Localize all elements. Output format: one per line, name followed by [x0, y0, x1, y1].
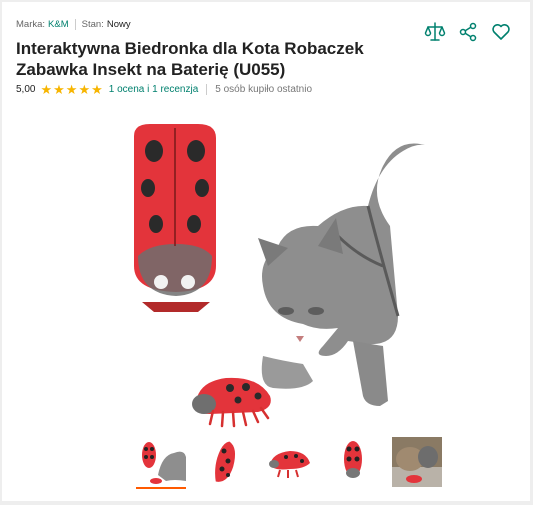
product-actions: [424, 21, 512, 43]
share-icon[interactable]: [457, 21, 479, 43]
star-icon: ★: [40, 82, 53, 97]
thumbnail-3[interactable]: [264, 437, 314, 487]
condition-value: Nowy: [106, 19, 131, 30]
kitten-illustration: [258, 143, 428, 406]
thumbnail-4[interactable]: [328, 437, 378, 487]
thumbnail-1[interactable]: [136, 437, 186, 489]
ladybug-crawling-illustration: [192, 377, 271, 428]
brand-link[interactable]: K&M: [48, 19, 69, 30]
compare-icon[interactable]: [424, 21, 446, 43]
star-icon: ★: [65, 82, 78, 97]
thumbnail-5[interactable]: [392, 437, 442, 487]
main-product-image[interactable]: [98, 106, 438, 434]
product-title: Interaktywna Biedronka dla Kota Robaczek…: [16, 39, 364, 79]
product-card: Marka: K&M Stan: Nowy Interaktywna Biedr…: [2, 2, 530, 501]
bought-recently: 5 osób kupiło ostatnio: [215, 84, 312, 95]
star-icon: ★: [91, 82, 103, 97]
star-icon: ★: [78, 82, 91, 97]
thumbnail-2[interactable]: [200, 437, 250, 487]
heart-icon[interactable]: [490, 21, 512, 43]
rating-score: 5,00: [16, 84, 36, 95]
star-icon: ★: [53, 82, 65, 97]
reviews-link[interactable]: 1 ocena i 1 recenzja: [109, 84, 199, 95]
ladybug-upright-illustration: [134, 124, 216, 312]
brand-label: Marka:: [16, 19, 46, 30]
rating-divider: [206, 84, 208, 95]
product-meta: Marka: K&M Stan: Nowy: [16, 19, 131, 30]
condition-label: Stan:: [81, 19, 104, 30]
rating-row: 5,00 ★ ★ ★ ★ ★ 1 ocena i 1 recenzja 5 os…: [16, 83, 312, 96]
meta-divider: [74, 19, 76, 30]
thumbnail-gallery: [136, 437, 442, 489]
rating-stars: ★ ★ ★ ★ ★: [40, 83, 102, 96]
